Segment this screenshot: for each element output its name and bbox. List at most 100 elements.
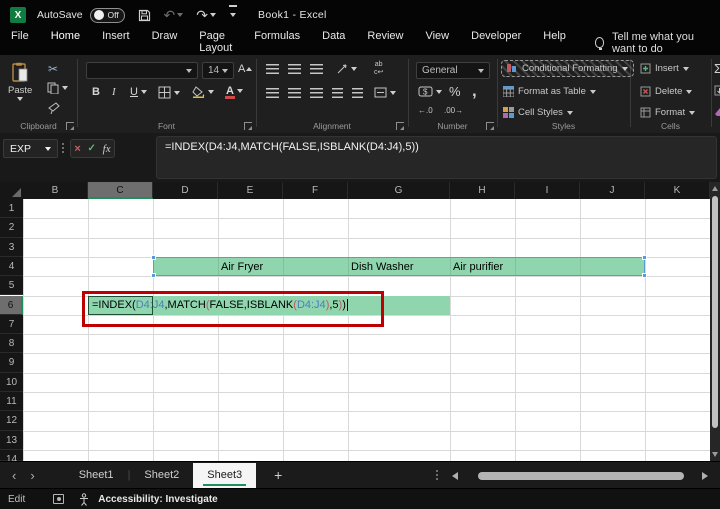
- select-all-corner[interactable]: [0, 182, 23, 199]
- column-header-D[interactable]: D: [153, 182, 218, 199]
- row-header-11[interactable]: 11: [0, 392, 23, 411]
- increase-decimal-button[interactable]: ←.0: [418, 106, 433, 115]
- paste-button[interactable]: Paste: [8, 62, 32, 101]
- macro-record-icon[interactable]: [53, 494, 64, 504]
- insert-cells-button[interactable]: Insert: [640, 63, 689, 74]
- row-header-10[interactable]: 10: [0, 373, 23, 392]
- font-color-button[interactable]: A: [226, 85, 243, 97]
- middle-align-button[interactable]: [288, 64, 301, 74]
- format-as-table-button[interactable]: Format as Table: [503, 86, 596, 97]
- row-header-7[interactable]: 7: [0, 315, 23, 334]
- alignment-dialog-launcher[interactable]: [396, 122, 404, 130]
- row-header-13[interactable]: 13: [0, 431, 23, 450]
- merge-center-button[interactable]: [374, 87, 396, 98]
- formula-bar-handle[interactable]: [62, 143, 64, 153]
- column-header-F[interactable]: F: [283, 182, 348, 199]
- column-header-E[interactable]: E: [218, 182, 283, 199]
- cancel-icon[interactable]: ×: [74, 143, 80, 155]
- wrap-text-button[interactable]: abc↩: [374, 61, 383, 76]
- font-dialog-launcher[interactable]: [244, 122, 252, 130]
- conditional-formatting-button[interactable]: Conditional Formatting: [501, 60, 634, 77]
- prev-sheet-icon[interactable]: ‹: [0, 468, 28, 483]
- comma-style-button[interactable]: ,: [472, 81, 477, 101]
- decrease-decimal-button[interactable]: .00→: [444, 106, 463, 115]
- font-size-combo[interactable]: 14: [202, 62, 234, 79]
- accessibility-status[interactable]: Accessibility: Investigate: [98, 494, 218, 505]
- fill-button[interactable]: [714, 85, 720, 96]
- clipboard-dialog-launcher[interactable]: [66, 122, 74, 130]
- accounting-format-button[interactable]: $: [418, 86, 442, 97]
- quick-access-customize-icon[interactable]: [230, 9, 236, 21]
- sheet-tab-sheet1[interactable]: Sheet1: [65, 463, 128, 488]
- scroll-down-icon[interactable]: [712, 452, 718, 457]
- cell-styles-button[interactable]: Cell Styles: [503, 107, 573, 118]
- horizontal-scrollbar[interactable]: [452, 469, 708, 482]
- align-center-button[interactable]: [288, 88, 301, 98]
- save-icon[interactable]: [138, 9, 151, 22]
- enter-icon[interactable]: ✓: [88, 143, 96, 154]
- autosave-toggle[interactable]: Off: [90, 8, 125, 23]
- borders-button[interactable]: [158, 86, 180, 99]
- autosum-button[interactable]: Σ: [714, 61, 720, 76]
- align-left-button[interactable]: [266, 88, 279, 98]
- bold-button[interactable]: B: [92, 86, 100, 98]
- row-header-6[interactable]: 6: [0, 296, 23, 315]
- italic-button[interactable]: I: [112, 86, 116, 98]
- selected-range-d4-j4[interactable]: Air FryerDish WasherAir purifier: [153, 257, 645, 276]
- scroll-right-icon[interactable]: [702, 472, 708, 480]
- font-name-combo[interactable]: [86, 62, 198, 79]
- redo-icon[interactable]: ↷: [196, 8, 216, 22]
- formula-input[interactable]: =INDEX(D4:J4,MATCH(FALSE,ISBLANK(D4:J4),…: [156, 136, 717, 179]
- column-header-G[interactable]: G: [348, 182, 450, 199]
- number-dialog-launcher[interactable]: [486, 122, 494, 130]
- column-header-I[interactable]: I: [515, 182, 580, 199]
- fill-color-button[interactable]: [192, 86, 214, 98]
- column-header-J[interactable]: J: [580, 182, 645, 199]
- range-handle-tl[interactable]: [151, 255, 156, 260]
- undo-icon[interactable]: ↶: [164, 8, 184, 22]
- column-header-K[interactable]: K: [645, 182, 710, 199]
- sheet-tab-sheet3[interactable]: Sheet3: [193, 463, 256, 488]
- decrease-indent-button[interactable]: [332, 88, 343, 98]
- bottom-align-button[interactable]: [310, 64, 323, 74]
- add-sheet-button[interactable]: +: [274, 467, 282, 483]
- format-cells-button[interactable]: Format: [640, 107, 695, 118]
- percent-style-button[interactable]: %: [449, 84, 461, 99]
- row-header-4[interactable]: 4: [0, 257, 23, 276]
- copy-button[interactable]: [47, 82, 68, 94]
- column-header-B[interactable]: B: [23, 182, 88, 199]
- scroll-up-icon[interactable]: [712, 186, 718, 191]
- row-header-9[interactable]: 9: [0, 353, 23, 372]
- range-handle-br[interactable]: [642, 273, 647, 278]
- range-handle-bl[interactable]: [151, 273, 156, 278]
- row-header-3[interactable]: 3: [0, 238, 23, 257]
- delete-cells-button[interactable]: Delete: [640, 86, 692, 97]
- grow-font-button[interactable]: A: [238, 63, 252, 75]
- worksheet-grid[interactable]: BCDEFGHIJK 1234567891011121314 Air Fryer…: [0, 182, 720, 461]
- format-painter-button[interactable]: [48, 102, 60, 114]
- row-header-5[interactable]: 5: [0, 276, 23, 295]
- increase-indent-button[interactable]: [352, 88, 363, 98]
- row-header-14[interactable]: 14: [0, 450, 23, 461]
- vertical-scroll-thumb[interactable]: [712, 196, 718, 428]
- vertical-scrollbar[interactable]: [710, 182, 720, 461]
- range-handle-tr[interactable]: [642, 255, 647, 260]
- underline-button[interactable]: U: [130, 86, 147, 98]
- column-header-H[interactable]: H: [450, 182, 515, 199]
- insert-function-icon[interactable]: fx: [103, 143, 111, 155]
- row-header-2[interactable]: 2: [0, 218, 23, 237]
- scroll-left-icon[interactable]: [452, 472, 458, 480]
- clear-button[interactable]: [714, 106, 720, 117]
- horizontal-scroll-thumb[interactable]: [478, 472, 684, 480]
- row-header-8[interactable]: 8: [0, 334, 23, 353]
- number-format-combo[interactable]: General: [416, 62, 490, 79]
- align-right-button[interactable]: [310, 88, 323, 98]
- name-box[interactable]: EXP: [3, 139, 58, 158]
- row-header-12[interactable]: 12: [0, 411, 23, 430]
- row-header-1[interactable]: 1: [0, 199, 23, 218]
- cut-button[interactable]: ✂: [48, 62, 58, 76]
- tell-me-box[interactable]: Tell me what you want to do: [595, 31, 720, 55]
- orientation-button[interactable]: [336, 62, 357, 75]
- tab-splitter-handle[interactable]: [436, 470, 438, 480]
- sheet-tab-sheet2[interactable]: Sheet2: [130, 463, 193, 488]
